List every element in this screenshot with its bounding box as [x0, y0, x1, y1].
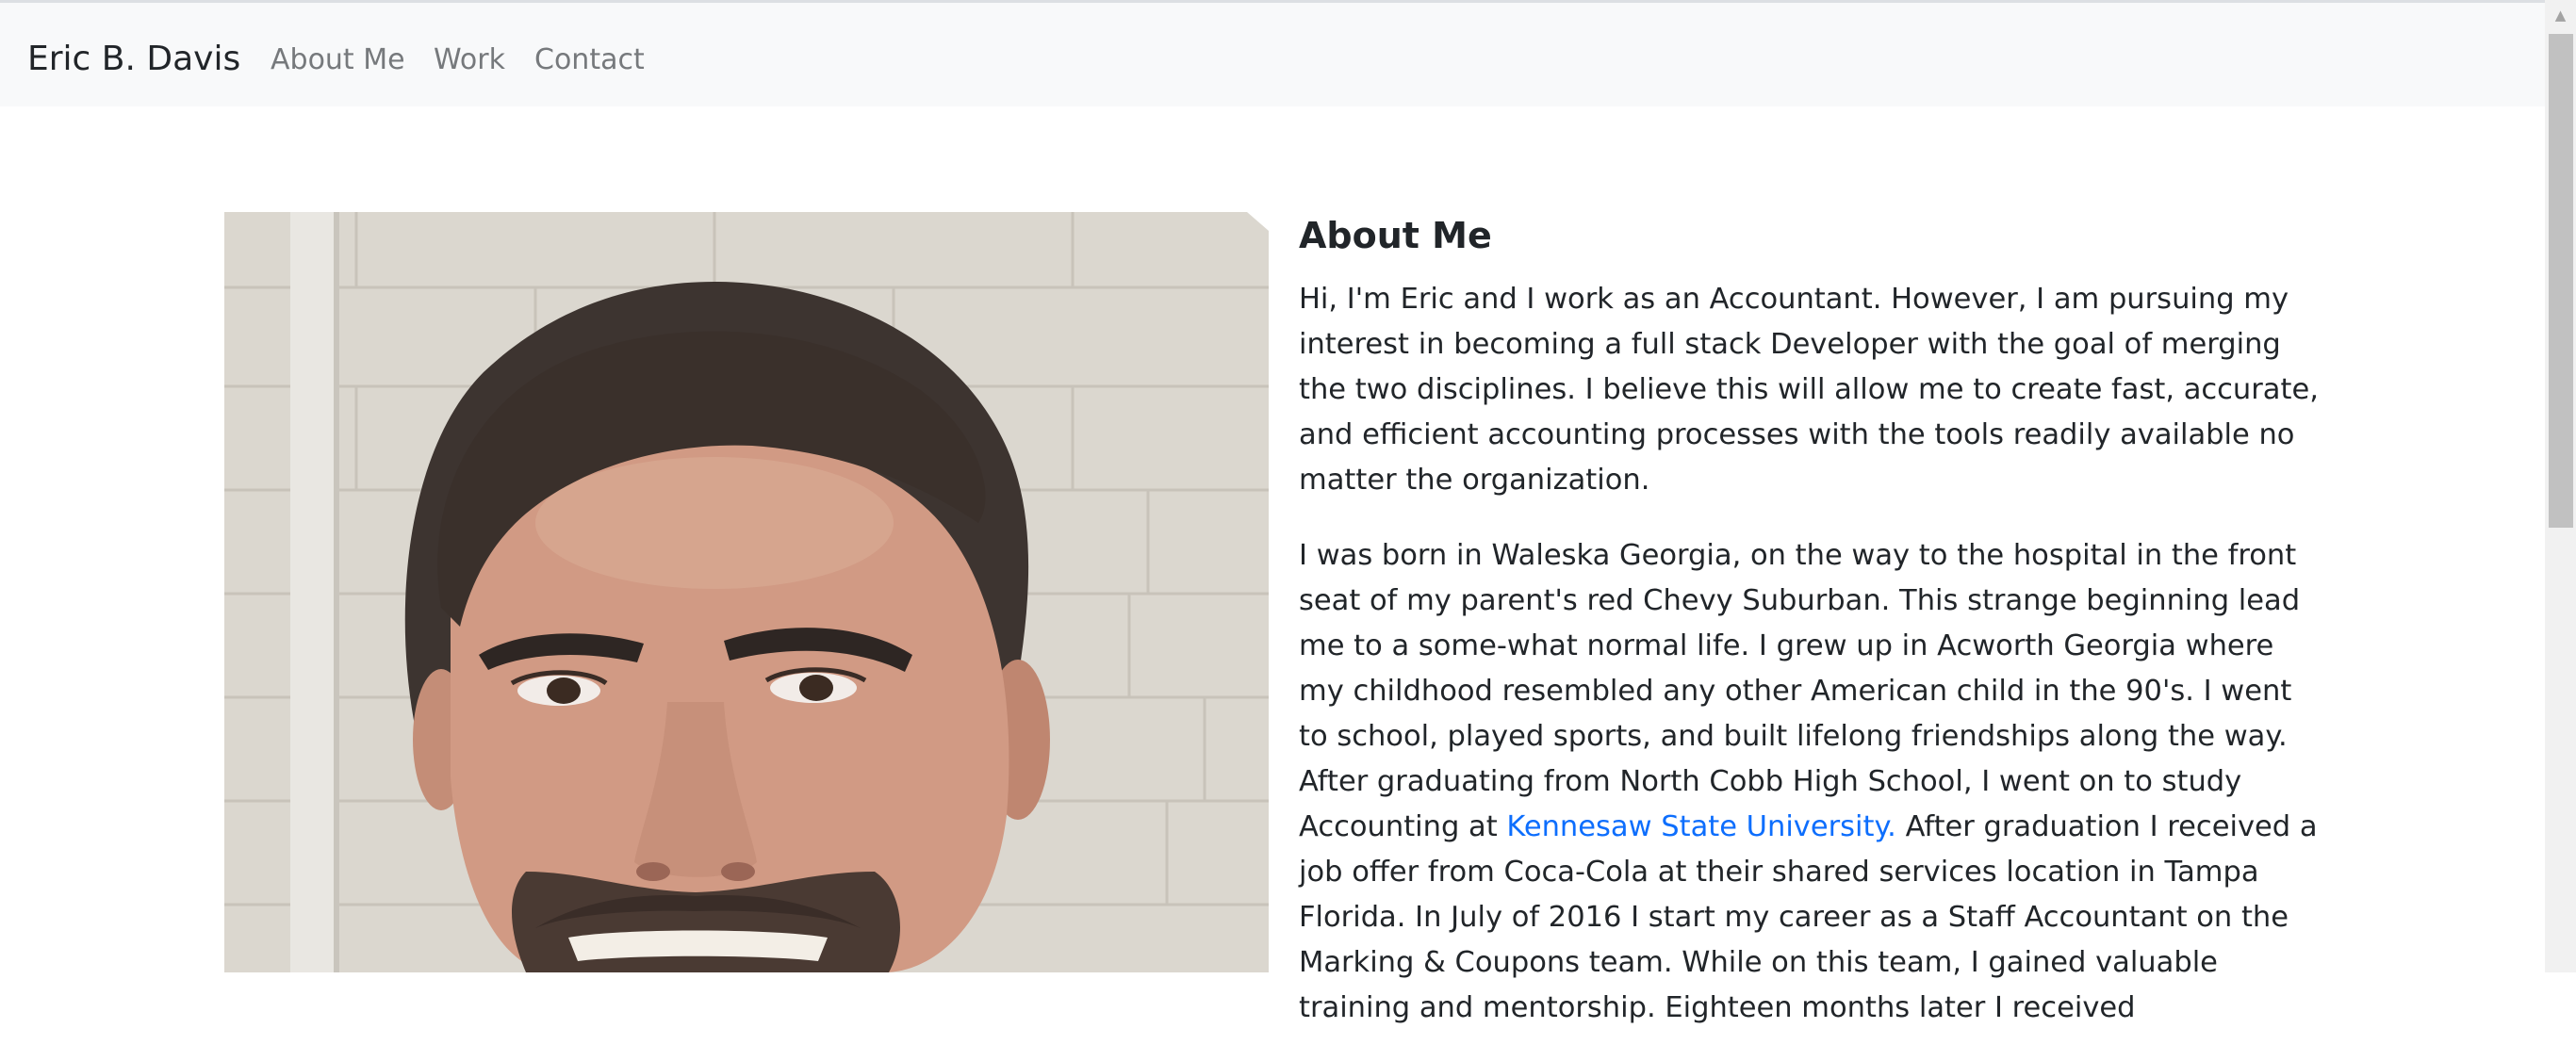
- nav-link-contact[interactable]: Contact: [534, 41, 645, 80]
- about-paragraph-intro: Hi, I'm Eric and I work as an Accountant…: [1299, 283, 2319, 497]
- about-paragraph-text-before-link: I was born in Waleska Georgia, on the wa…: [1299, 539, 2301, 843]
- kennesaw-state-university-link[interactable]: Kennesaw State University.: [1506, 810, 1896, 843]
- nav-link-about-me[interactable]: About Me: [271, 41, 405, 80]
- scrollbar-thumb[interactable]: [2549, 34, 2573, 528]
- portrait-photo-image: [224, 212, 1269, 972]
- profile-photo: [224, 212, 1269, 972]
- nav-link-work[interactable]: Work: [434, 41, 505, 80]
- brand-link[interactable]: Eric B. Davis: [27, 35, 240, 84]
- about-section: About Me Hi, I'm Eric and I work as an A…: [1299, 207, 2326, 1061]
- scroll-up-icon[interactable]: ▲: [2545, 4, 2576, 26]
- navbar: Eric B. Davis About Me Work Contact: [0, 3, 2545, 106]
- about-heading: About Me: [1299, 215, 1492, 256]
- about-paragraph-background: I was born in Waleska Georgia, on the wa…: [1299, 533, 2326, 1031]
- page-scrollbar[interactable]: ▲: [2545, 0, 2576, 972]
